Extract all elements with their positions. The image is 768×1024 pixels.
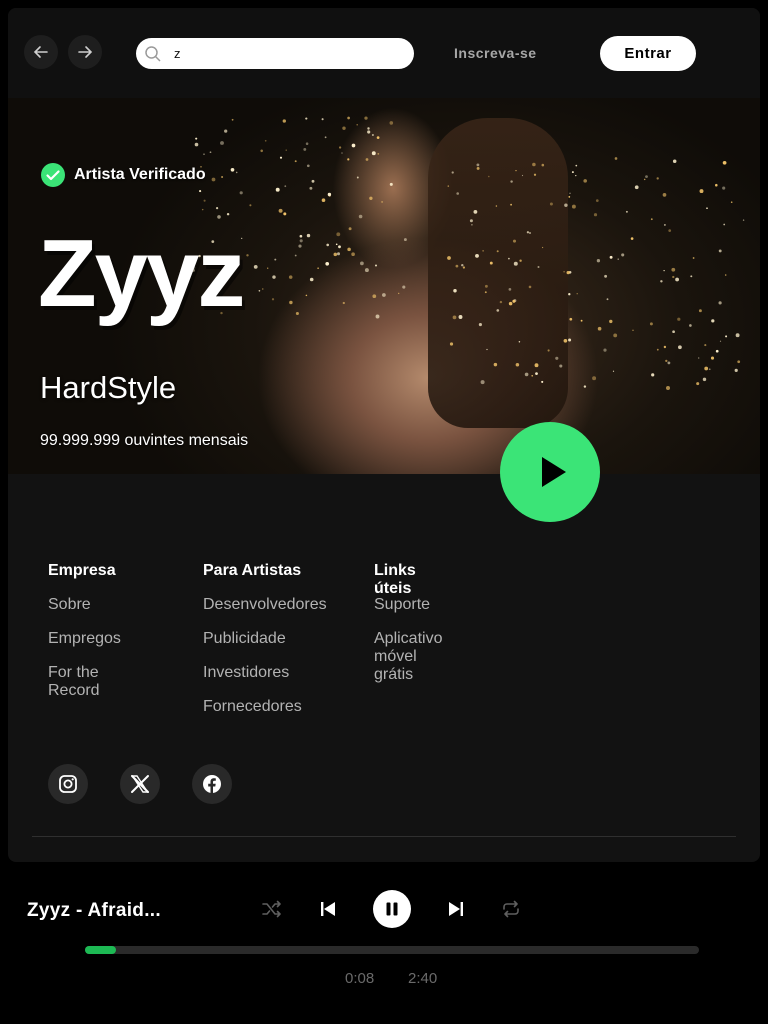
facebook-icon [203, 775, 221, 794]
track-duration: 2:40 [408, 970, 438, 987]
instagram-button[interactable] [48, 764, 88, 804]
artist-banner: Artista Verificado Zyyz HardStyle 99.999… [8, 98, 760, 474]
search-icon [145, 46, 161, 62]
footer-column-useful-links: Links úteis Suporte Aplicativo móvel grá… [374, 562, 442, 683]
login-button[interactable]: Entrar [600, 36, 696, 71]
artist-name: Zyyz [38, 220, 245, 327]
footer-link-support[interactable]: Suporte [374, 596, 442, 620]
repeat-icon [503, 900, 519, 918]
main-window: Inscreva-se Entrar Artista Verificado Zy… [8, 8, 760, 862]
footer-column-title: Links úteis [374, 562, 416, 597]
top-bar: Inscreva-se Entrar [8, 8, 760, 98]
facebook-button[interactable] [192, 764, 232, 804]
footer-column-title: Empresa [48, 562, 116, 579]
footer-link-investors[interactable]: Investidores [203, 664, 327, 688]
verified-icon [41, 163, 65, 187]
monthly-listeners: 99.999.999 ouvintes mensais [40, 432, 249, 449]
play-button[interactable] [500, 422, 600, 522]
pause-icon [386, 902, 398, 916]
artist-genre: HardStyle [40, 370, 177, 405]
footer-link-jobs[interactable]: Empregos [48, 630, 121, 654]
verified-label: Artista Verificado [74, 166, 206, 183]
elapsed-time: 0:08 [345, 970, 375, 987]
previous-button[interactable] [316, 897, 340, 921]
progress-bar[interactable] [85, 946, 699, 954]
now-playing-title: Zyyz - Afraid... [27, 900, 161, 921]
repeat-button[interactable] [499, 897, 523, 921]
footer-column-title: Para Artistas [203, 562, 302, 579]
shuffle-icon [262, 900, 281, 918]
x-icon [131, 775, 149, 793]
skip-forward-icon [449, 902, 463, 916]
forward-button[interactable] [68, 35, 102, 69]
arrow-right-icon [78, 46, 93, 58]
footer-link-advertising[interactable]: Publicidade [203, 630, 327, 654]
footer-link-for-the-record[interactable]: For the Record [48, 664, 121, 699]
footer-divider [32, 836, 736, 837]
footer-column-artists: Para Artistas Desenvolvedores Publicidad… [203, 562, 327, 722]
playback-bar: Zyyz - Afraid... 0:08 2:40 [0, 862, 768, 1024]
back-button[interactable] [24, 35, 58, 69]
next-button[interactable] [444, 897, 468, 921]
arrow-left-icon [33, 46, 48, 58]
shuffle-button[interactable] [260, 897, 284, 921]
verified-badge: Artista Verificado [40, 162, 206, 188]
footer-link-about[interactable]: Sobre [48, 596, 121, 620]
footer-link-vendors[interactable]: Fornecedores [203, 698, 327, 722]
skip-back-icon [321, 902, 335, 916]
progress-fill [85, 946, 116, 954]
footer-column-company: Empresa Sobre Empregos For the Record [48, 562, 121, 699]
instagram-icon [59, 775, 77, 793]
pause-button[interactable] [373, 890, 411, 928]
x-button[interactable] [120, 764, 160, 804]
play-icon [542, 457, 566, 487]
search-bar [136, 38, 414, 69]
footer-link-developers[interactable]: Desenvolvedores [203, 596, 327, 620]
footer-link-mobile-app[interactable]: Aplicativo móvel grátis [374, 630, 442, 683]
search-input[interactable] [174, 38, 404, 69]
signup-button[interactable]: Inscreva-se [454, 45, 537, 61]
